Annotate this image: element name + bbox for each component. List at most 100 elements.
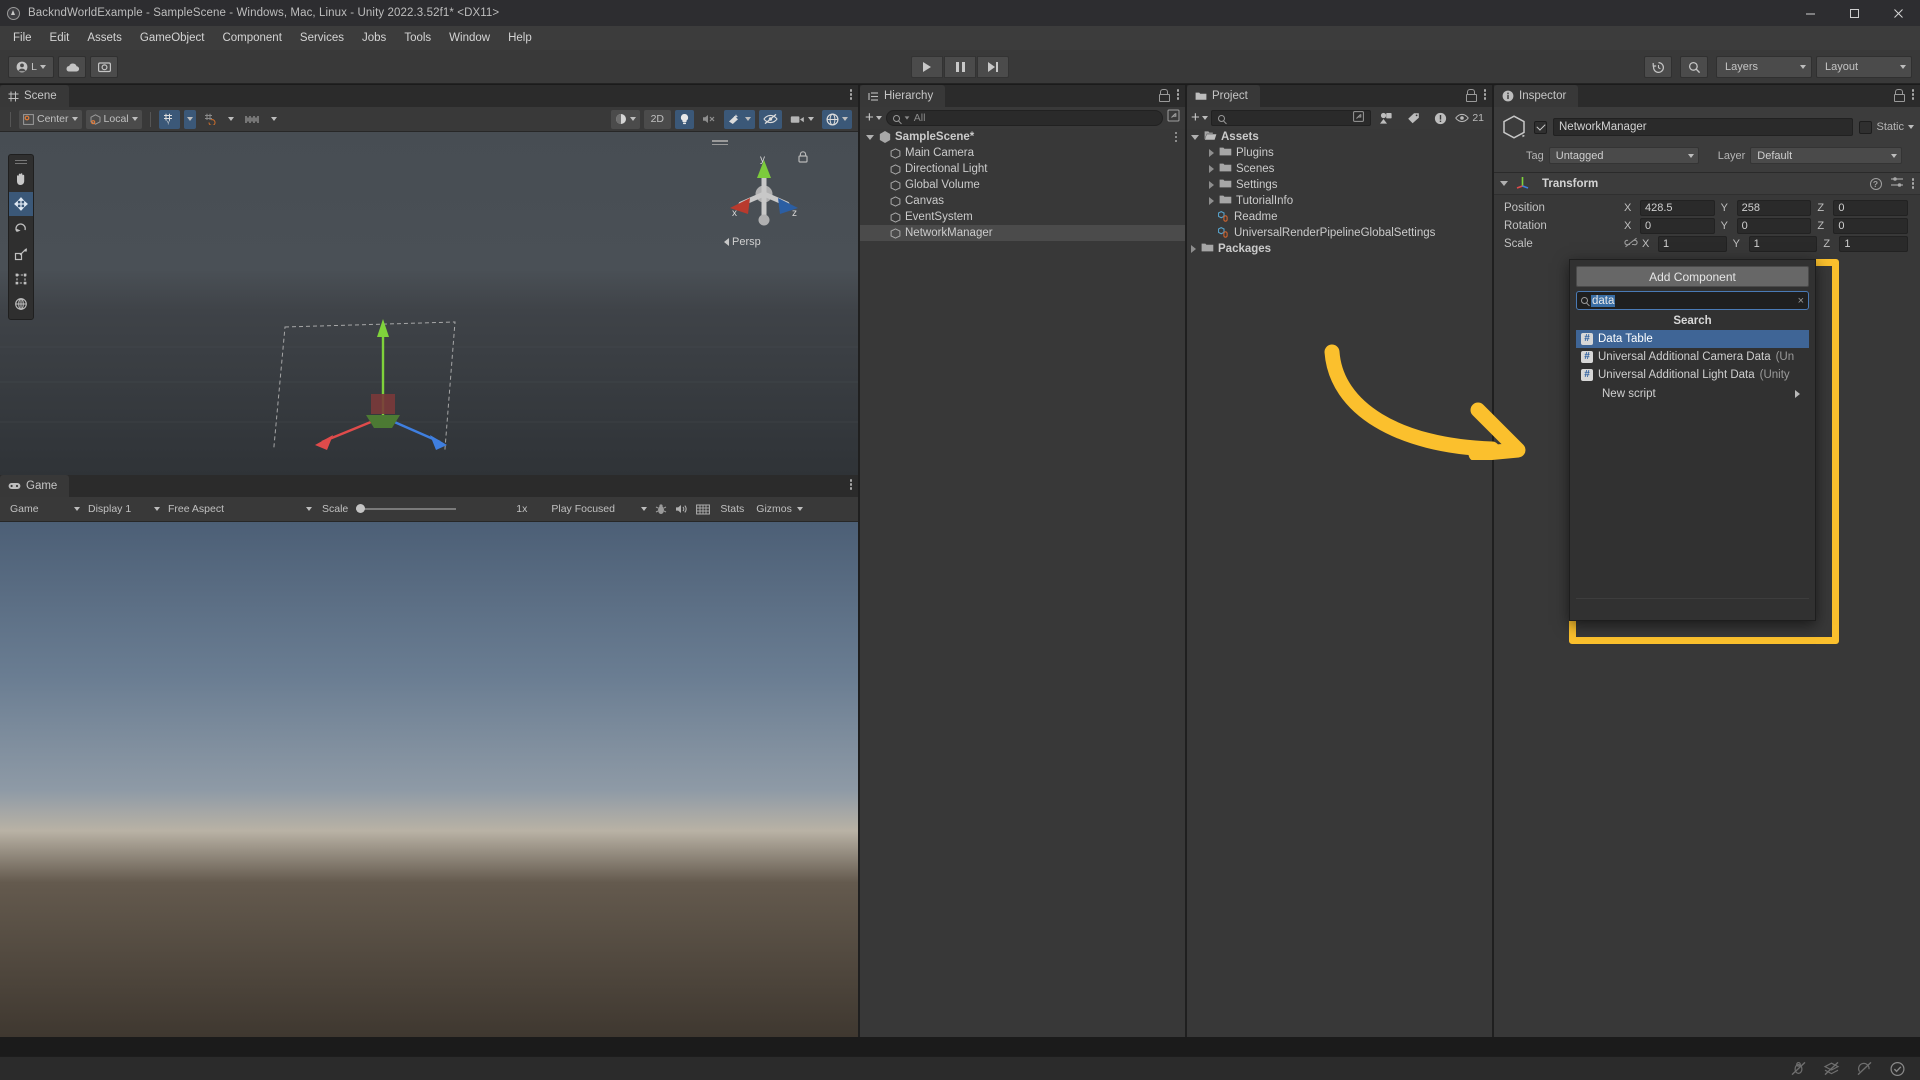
project-menu-icon[interactable] <box>1483 89 1486 100</box>
menu-item-edit[interactable]: Edit <box>41 29 79 47</box>
project-search-expand-icon[interactable] <box>1353 111 1365 125</box>
chevron-down-icon[interactable] <box>1191 134 1199 140</box>
scene-lighting-button[interactable] <box>675 109 694 129</box>
hierarchy-item-main-camera[interactable]: Main Camera <box>860 145 1185 161</box>
transform-tool-button[interactable] <box>9 292 33 316</box>
transform-component-header[interactable]: Transform ? <box>1494 173 1920 195</box>
project-row-plugins[interactable]: Plugins <box>1187 145 1492 161</box>
hierarchy-item-networkmanager[interactable]: NetworkManager <box>860 225 1185 241</box>
static-checkbox[interactable] <box>1859 120 1873 134</box>
lock-icon[interactable] <box>1893 89 1905 102</box>
preset-icon[interactable] <box>1890 175 1904 193</box>
layers-dropdown[interactable]: Layers <box>1716 56 1812 78</box>
tab-project[interactable]: Project <box>1187 85 1260 107</box>
scene-menu-icon[interactable] <box>849 89 852 100</box>
game-mute-button[interactable] <box>671 500 692 519</box>
lock-icon[interactable] <box>1158 89 1170 102</box>
gameobject-name-field[interactable]: NetworkManager <box>1553 118 1854 136</box>
scale-z-field[interactable]: 1 <box>1839 236 1909 252</box>
gameobject-enabled-checkbox[interactable] <box>1534 120 1547 134</box>
game-target-dropdown[interactable]: Game <box>6 500 84 519</box>
step-button[interactable] <box>977 56 1009 78</box>
hierarchy-item-canvas[interactable]: Canvas <box>860 193 1185 209</box>
menu-item-help[interactable]: Help <box>499 29 541 47</box>
gizmo-grip[interactable] <box>712 140 728 146</box>
hierarchy-item-directional-light[interactable]: Directional Light <box>860 161 1185 177</box>
scene-fx-button[interactable] <box>724 109 755 129</box>
rotation-x-field[interactable]: 0 <box>1640 218 1715 234</box>
menu-item-gameobject[interactable]: GameObject <box>131 29 214 47</box>
scene-orientation-gizmo[interactable]: y x z Persp <box>712 140 812 248</box>
project-row-readme[interactable]: Readme <box>1187 209 1492 225</box>
position-x-field[interactable]: 428.5 <box>1640 200 1715 216</box>
game-gizmos-dropdown[interactable]: Gizmos <box>750 500 807 519</box>
add-component-new-script-item[interactable]: New script <box>1576 384 1809 404</box>
chevron-right-icon[interactable] <box>1191 245 1196 253</box>
project-row-assets[interactable]: Assets <box>1187 129 1492 145</box>
hierarchy-expand-button[interactable] <box>1167 109 1180 127</box>
chevron-down-icon[interactable] <box>1500 181 1508 186</box>
tag-dropdown[interactable]: Untagged <box>1548 147 1699 164</box>
project-filter-warning-button[interactable] <box>1428 110 1452 127</box>
layer-dropdown[interactable]: Default <box>1750 147 1903 164</box>
chevron-right-icon[interactable] <box>1209 181 1214 189</box>
menu-item-tools[interactable]: Tools <box>395 29 440 47</box>
static-toggle[interactable]: Static <box>1859 120 1914 134</box>
minimize-button[interactable] <box>1788 0 1832 26</box>
game-menu-icon[interactable] <box>849 479 852 490</box>
scale-slider-knob[interactable] <box>356 504 366 513</box>
project-row-urp-global-settings[interactable]: UniversalRenderPipelineGlobalSettings <box>1187 225 1492 241</box>
check-circle-icon[interactable] <box>1889 1061 1906 1077</box>
grid-visibility-button[interactable]: Y <box>158 109 180 129</box>
shading-mode-button[interactable] <box>610 109 640 129</box>
ruler-dropdown[interactable] <box>268 110 280 129</box>
game-viewport[interactable] <box>0 522 858 1037</box>
hierarchy-create-button[interactable]: + <box>865 110 882 125</box>
game-aspect-dropdown[interactable]: Free Aspect <box>164 500 316 519</box>
scale-slider-track[interactable] <box>356 504 457 513</box>
editor-settings-button[interactable] <box>90 56 118 78</box>
hand-tool-button[interactable] <box>9 167 33 191</box>
ruler-button[interactable] <box>241 110 264 129</box>
game-display-dropdown[interactable]: Display 1 <box>84 500 164 519</box>
position-z-field[interactable]: 0 <box>1833 200 1909 216</box>
scene-gizmos-button[interactable] <box>822 109 852 129</box>
clear-search-icon[interactable]: × <box>1798 295 1804 307</box>
move-tool-button[interactable] <box>9 192 33 216</box>
tab-scene[interactable]: Scene <box>0 85 69 107</box>
game-bug-button[interactable] <box>651 500 671 519</box>
chevron-down-icon[interactable] <box>1908 125 1914 129</box>
chevron-right-icon[interactable] <box>1209 165 1214 173</box>
scene-viewport[interactable]: y x z Persp <box>0 132 858 475</box>
inspector-menu-icon[interactable] <box>1911 89 1914 100</box>
game-stats-button[interactable]: Stats <box>714 500 750 519</box>
rotation-y-field[interactable]: 0 <box>1736 218 1812 234</box>
scene-row-menu-icon[interactable] <box>1174 131 1177 143</box>
gizmo-lock-icon[interactable] <box>798 150 808 168</box>
play-button[interactable] <box>911 56 943 78</box>
menu-item-component[interactable]: Component <box>213 29 290 47</box>
project-visible-count[interactable]: 21 <box>1455 112 1488 124</box>
project-row-packages[interactable]: Packages <box>1187 241 1492 257</box>
help-icon[interactable]: ? <box>1869 177 1882 190</box>
hierarchy-search-input[interactable]: All <box>885 110 1163 126</box>
project-filter-type-button[interactable] <box>1374 110 1398 127</box>
menu-item-jobs[interactable]: Jobs <box>353 29 395 47</box>
account-button[interactable]: L <box>8 56 54 78</box>
add-component-result-data-table[interactable]: # Data Table <box>1576 330 1809 348</box>
game-playmode-dropdown[interactable]: Play Focused <box>547 500 651 519</box>
maximize-button[interactable] <box>1832 0 1876 26</box>
chevron-right-icon[interactable] <box>1209 149 1214 157</box>
position-y-field[interactable]: 258 <box>1736 200 1812 216</box>
project-row-scenes[interactable]: Scenes <box>1187 161 1492 177</box>
layout-dropdown[interactable]: Layout <box>1816 56 1912 78</box>
chevron-down-icon[interactable] <box>866 134 874 140</box>
hierarchy-menu-icon[interactable] <box>1176 89 1179 100</box>
cloud-button[interactable] <box>58 56 86 78</box>
twod-toggle-button[interactable]: 2D <box>643 109 671 129</box>
close-button[interactable] <box>1876 0 1920 26</box>
tab-hierarchy[interactable]: Hierarchy <box>860 85 946 107</box>
component-menu-icon[interactable] <box>1911 178 1914 189</box>
menu-item-services[interactable]: Services <box>291 29 353 47</box>
menu-item-window[interactable]: Window <box>440 29 499 47</box>
